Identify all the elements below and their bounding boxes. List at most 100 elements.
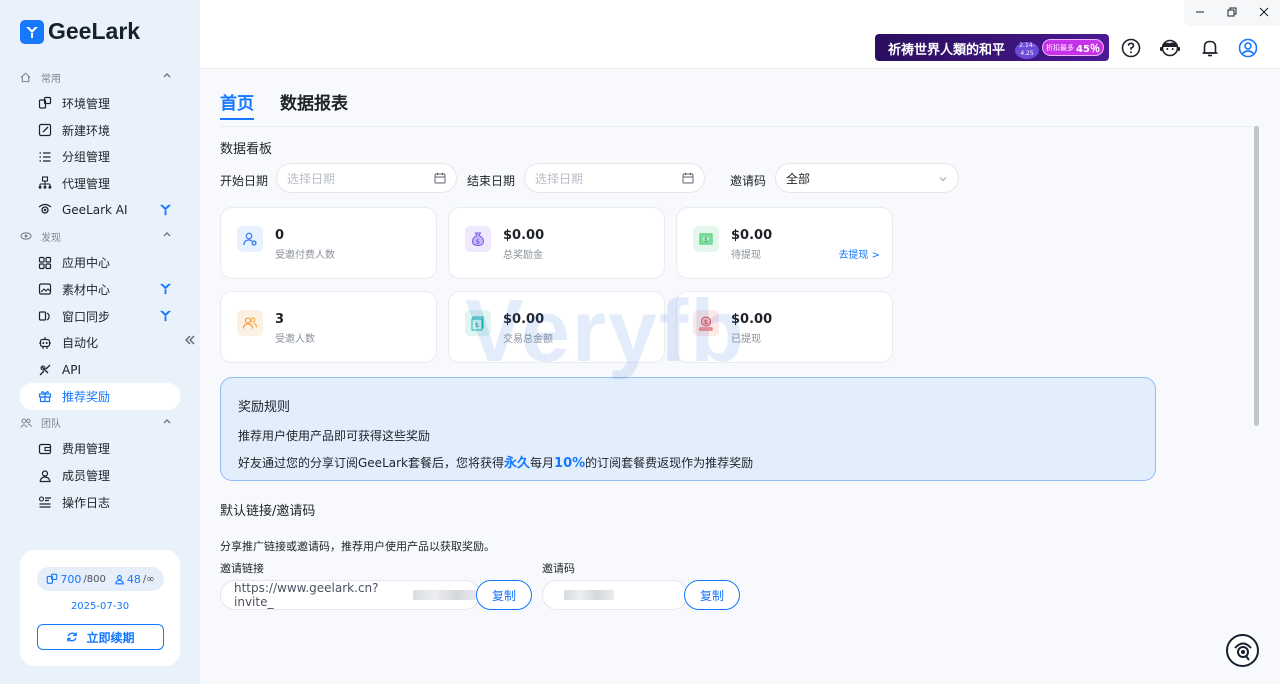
renew-button[interactable]: 立即续期: [37, 624, 164, 650]
sidebar-item-label: 费用管理: [62, 442, 111, 457]
sidebar-nav: 常用 环境管理 新建环境 分组管理 代理管理 GeeLark AI 发现 应用中…: [0, 64, 200, 516]
section-label: 团队: [41, 419, 61, 431]
minimize-icon[interactable]: [1195, 6, 1205, 20]
svg-text:$: $: [475, 321, 479, 329]
sync-icon: [38, 309, 52, 323]
env-quota: 700/800: [46, 572, 106, 586]
money-bag-icon: $: [465, 226, 491, 252]
scrollbar[interactable]: [1254, 126, 1259, 426]
invite-code-select[interactable]: 全部: [775, 163, 959, 193]
restore-icon[interactable]: [1227, 6, 1237, 20]
sidebar-item-automation[interactable]: 自动化: [0, 330, 200, 357]
copy-code-button[interactable]: 复制: [684, 580, 740, 610]
user-plus-icon: [237, 226, 263, 252]
stat-card-total-reward: $ $0.00 总奖励金: [448, 207, 665, 279]
end-date-input[interactable]: 选择日期: [524, 163, 705, 193]
sidebar-item-groups[interactable]: 分组管理: [0, 143, 200, 170]
network-icon: [38, 176, 52, 190]
refresh-icon: [67, 632, 78, 642]
environment-icon: [38, 96, 52, 110]
stat-card-transaction-total: $ $0.00 交易总金额: [448, 291, 665, 363]
sidebar-item-geelark-ai[interactable]: GeeLark AI: [0, 197, 200, 224]
sidebar-item-proxy[interactable]: 代理管理: [0, 170, 200, 197]
members-total: /∞: [142, 573, 155, 585]
account-card: 700/800 48/∞ 2025-07-30 立即续期: [20, 550, 180, 666]
invite-link-field[interactable]: https://www.geelark.cn?invite_: [220, 580, 480, 610]
image-icon: [38, 282, 52, 296]
sidebar-item-env-management[interactable]: 环境管理: [0, 90, 200, 117]
support-icon[interactable]: [1159, 37, 1181, 59]
geelark-logo-icon: [20, 19, 44, 44]
home-icon: [20, 70, 34, 84]
tab-reports[interactable]: 数据报表: [280, 89, 348, 120]
main-content: 首页 数据报表 数据看板 开始日期 选择日期 结束日期 选择日期 邀请码 全部 …: [200, 69, 1280, 684]
chevron-up-icon: [162, 416, 172, 429]
tabs-divider: [220, 126, 1260, 127]
invite-code-field[interactable]: [542, 580, 688, 610]
avatar-icon[interactable]: [1237, 37, 1259, 59]
members-used: 48: [126, 572, 141, 586]
section-team[interactable]: 团队: [0, 410, 200, 436]
sidebar-item-billing[interactable]: 费用管理: [0, 436, 200, 463]
collapse-sidebar-icon[interactable]: [184, 334, 196, 349]
stat-label: 总奖励金: [503, 250, 543, 261]
links-title: 默认链接/邀请码: [220, 504, 316, 519]
sidebar-item-label: 窗口同步: [62, 309, 111, 324]
withdraw-link[interactable]: 去提现 >: [838, 246, 880, 261]
stat-label: 交易总金额: [503, 334, 553, 345]
cash-stack-icon: $: [465, 310, 491, 336]
invite-code-field-label: 邀请码: [542, 562, 575, 575]
stat-card-withdrawn: $ $0.00 已提现: [676, 291, 893, 363]
invite-code-value: 全部: [786, 171, 811, 186]
end-date-label: 结束日期: [467, 174, 516, 188]
new-badge-icon: [159, 203, 172, 219]
sidebar-item-logs[interactable]: 操作日志: [0, 489, 200, 516]
sidebar-item-label: 推荐奖励: [62, 389, 111, 404]
sidebar-item-window-sync[interactable]: 窗口同步: [0, 303, 200, 330]
sidebar-item-label: 操作日志: [62, 495, 111, 510]
user-icon: [38, 469, 52, 483]
stat-value: 3: [275, 312, 285, 327]
rules-highlight: 10%: [554, 456, 586, 471]
robot-icon: [38, 336, 52, 350]
close-icon[interactable]: [1259, 6, 1269, 20]
sidebar-item-label: 素材中心: [62, 282, 111, 297]
start-date-input[interactable]: 选择日期: [276, 163, 457, 193]
member-quota: 48/∞: [114, 573, 155, 586]
sidebar-item-materials[interactable]: 素材中心: [0, 276, 200, 303]
promo-date: 2.14-4.25: [1015, 42, 1039, 59]
rules-title: 奖励规则: [238, 400, 291, 415]
sidebar-item-label: 自动化: [62, 336, 99, 351]
grid-icon: [38, 256, 52, 270]
rules-text: 的订阅套餐费返现作为推荐奖励: [585, 456, 754, 470]
invite-link-label: 邀请链接: [220, 562, 264, 575]
promo-banner[interactable]: 祈祷世界人類的和平 2.14-4.25 折扣最多 45％: [875, 34, 1109, 61]
section-common[interactable]: 常用: [0, 64, 200, 90]
chevron-up-icon: [162, 70, 172, 83]
promo-badge-value: 45％: [1076, 44, 1100, 55]
start-date-placeholder: 选择日期: [287, 171, 336, 186]
sidebar-item-app-center[interactable]: 应用中心: [0, 249, 200, 276]
eye-icon: [20, 229, 34, 243]
sidebar-item-new-env[interactable]: 新建环境: [0, 117, 200, 144]
sidebar-item-label: API: [62, 362, 81, 377]
dashboard-title: 数据看板: [220, 142, 273, 157]
wallet-icon: [38, 442, 52, 456]
env-used: 700: [60, 572, 82, 586]
tab-home[interactable]: 首页: [220, 89, 254, 120]
sidebar-item-members[interactable]: 成员管理: [0, 462, 200, 489]
quota-pill: 700/800 48/∞: [37, 567, 164, 591]
withdrawn-icon: $: [693, 310, 719, 336]
copy-link-button[interactable]: 复制: [476, 580, 532, 610]
section-discover[interactable]: 发现: [0, 223, 200, 249]
stat-card-invitees: 3 受邀人数: [220, 291, 437, 363]
sidebar-item-api[interactable]: API: [0, 356, 200, 383]
logo[interactable]: GeeLark: [20, 18, 140, 45]
promo-badge-prefix: 折扣最多: [1046, 43, 1075, 52]
help-icon[interactable]: [1120, 37, 1142, 59]
app-name: GeeLark: [48, 18, 141, 44]
sidebar-item-referral[interactable]: 推荐奖励: [20, 382, 180, 410]
links-description: 分享推广链接或邀请码，推荐用户使用产品以获取奖励。: [220, 540, 495, 553]
ai-assistant-icon[interactable]: [1226, 634, 1259, 667]
bell-icon[interactable]: [1199, 37, 1221, 59]
